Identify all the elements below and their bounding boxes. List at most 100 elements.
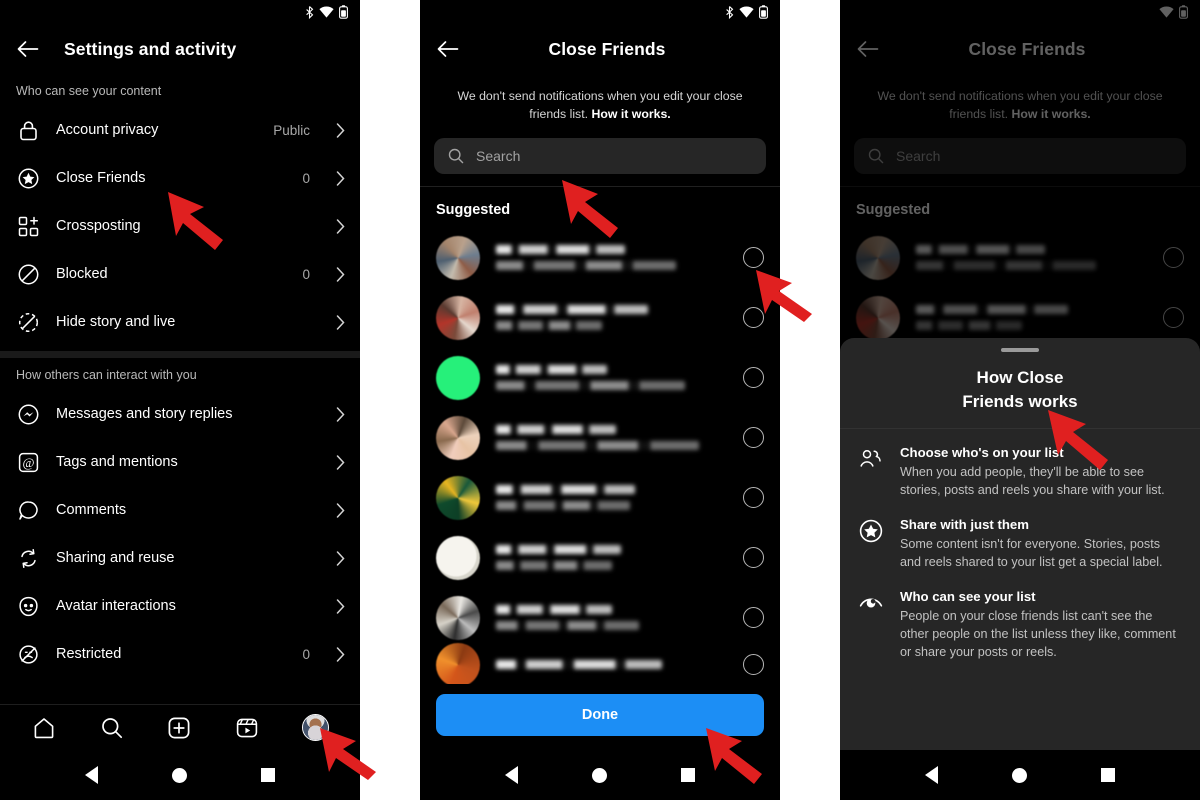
search-icon[interactable] — [99, 715, 125, 741]
sidebar-item-close-friends[interactable]: Close Friends 0 — [0, 154, 360, 202]
android-back-button[interactable] — [85, 766, 98, 784]
back-arrow-icon[interactable] — [854, 35, 882, 63]
sidebar-item-label: Messages and story replies — [56, 406, 233, 422]
star-circle-icon — [16, 166, 40, 190]
list-item[interactable] — [420, 642, 780, 687]
sidebar-item-avatar-interactions[interactable]: Avatar interactions — [0, 582, 360, 630]
bluetooth-icon — [726, 5, 734, 19]
sidebar-item-account-privacy[interactable]: Account privacy Public — [0, 106, 360, 154]
sidebar-item-label: Blocked — [56, 266, 108, 282]
sidebar-item-tags-and-mentions[interactable]: @ Tags and mentions — [0, 438, 360, 486]
select-circle[interactable] — [1163, 307, 1184, 329]
select-circle[interactable] — [743, 307, 764, 329]
suggested-header: Suggested — [856, 201, 931, 218]
wifi-icon — [739, 6, 754, 18]
reels-icon[interactable] — [234, 715, 260, 741]
wifi-icon — [1159, 6, 1174, 18]
sidebar-item-sharing-and-reuse[interactable]: Sharing and reuse — [0, 534, 360, 582]
android-recents-button[interactable] — [1101, 768, 1115, 782]
search-container: Search — [840, 136, 1200, 186]
sheet-item-body: People on your close friends list can't … — [900, 608, 1176, 659]
avatar — [436, 535, 480, 580]
android-home-button[interactable] — [1012, 767, 1027, 783]
chevron-right-icon — [336, 502, 346, 518]
android-system-nav — [0, 750, 360, 800]
select-circle[interactable] — [743, 654, 764, 676]
restricted-icon — [16, 642, 40, 666]
how-it-works-link[interactable]: How it works. — [1011, 107, 1090, 121]
suggested-header: Suggested — [436, 201, 511, 218]
hide-story-icon — [16, 310, 40, 334]
chevron-right-icon — [336, 170, 346, 186]
chevron-right-icon — [336, 266, 346, 282]
avatar — [436, 355, 480, 400]
sheet-item-body: When you add people, they'll be able to … — [900, 465, 1165, 498]
battery-icon — [1179, 5, 1188, 19]
redacted-name — [496, 305, 727, 331]
back-arrow-icon[interactable] — [14, 35, 42, 63]
sidebar-item-label: Crossposting — [56, 218, 141, 234]
android-home-button[interactable] — [592, 767, 607, 783]
select-circle[interactable] — [743, 547, 764, 569]
select-circle[interactable] — [743, 247, 764, 269]
sidebar-item-hide-story-and-live[interactable]: Hide story and live — [0, 298, 360, 346]
sidebar-item-label: Tags and mentions — [56, 454, 178, 470]
chevron-right-icon — [336, 646, 346, 662]
sidebar-item-label: Close Friends — [56, 170, 146, 186]
list-item[interactable] — [420, 348, 780, 408]
avatar — [436, 475, 480, 520]
star-circle-icon — [858, 518, 884, 544]
sidebar-item-label: Account privacy — [56, 122, 159, 138]
select-circle[interactable] — [743, 367, 764, 389]
list-item[interactable] — [420, 588, 780, 648]
battery-icon — [339, 5, 348, 19]
list-item[interactable] — [840, 228, 1200, 288]
android-recents-button[interactable] — [261, 768, 275, 782]
search-input[interactable]: Search — [854, 137, 1186, 174]
sidebar-item-comments[interactable]: Comments — [0, 486, 360, 534]
suggested-list — [420, 228, 780, 687]
select-circle[interactable] — [743, 487, 764, 509]
sidebar-item-messages-and-story-replies[interactable]: Messages and story replies — [0, 390, 360, 438]
search-container: Search — [420, 136, 780, 186]
sidebar-item-value: Public — [273, 122, 310, 138]
sheet-body: Choose who's on your list When you add p… — [840, 429, 1200, 671]
create-plus-icon[interactable] — [166, 715, 192, 741]
avatar — [303, 715, 329, 740]
select-circle[interactable] — [1163, 247, 1184, 269]
list-item[interactable] — [420, 228, 780, 288]
list-item[interactable] — [420, 408, 780, 468]
android-back-button[interactable] — [505, 766, 518, 784]
messenger-icon — [16, 402, 40, 426]
sidebar-item-blocked[interactable]: Blocked 0 — [0, 250, 360, 298]
done-button[interactable]: Done — [436, 694, 764, 736]
android-home-button[interactable] — [172, 767, 187, 783]
page-title: Settings and activity — [64, 38, 237, 59]
people-group-icon — [858, 446, 884, 472]
sidebar-item-crossposting[interactable]: Crossposting — [0, 202, 360, 250]
phone-panel-how-it-works: Close Friends We don't send notification… — [840, 0, 1200, 800]
home-icon[interactable] — [31, 715, 57, 741]
back-arrow-icon[interactable] — [434, 35, 462, 63]
screenshot-stage: Settings and activity Who can see your c… — [0, 0, 1200, 800]
select-circle[interactable] — [743, 607, 764, 629]
profile-avatar[interactable] — [302, 714, 330, 741]
list-item[interactable] — [420, 468, 780, 528]
android-system-nav — [420, 750, 780, 800]
avatar-face-icon — [16, 594, 40, 618]
search-input[interactable]: Search — [434, 137, 766, 174]
how-it-works-link[interactable]: How it works. — [591, 107, 670, 121]
select-circle[interactable] — [743, 427, 764, 449]
avatar — [436, 295, 480, 340]
header-blurb: We don't send notifications when you edi… — [420, 74, 780, 136]
status-bar — [420, 0, 780, 24]
list-item[interactable] — [420, 528, 780, 588]
at-mention-icon: @ — [16, 450, 40, 474]
app-bar: Close Friends — [840, 24, 1200, 74]
reshare-icon — [16, 546, 40, 570]
sidebar-item-restricted[interactable]: Restricted 0 — [0, 630, 360, 678]
grid-plus-icon — [16, 214, 40, 238]
android-recents-button[interactable] — [681, 768, 695, 782]
android-back-button[interactable] — [925, 766, 938, 784]
list-item[interactable] — [420, 288, 780, 348]
